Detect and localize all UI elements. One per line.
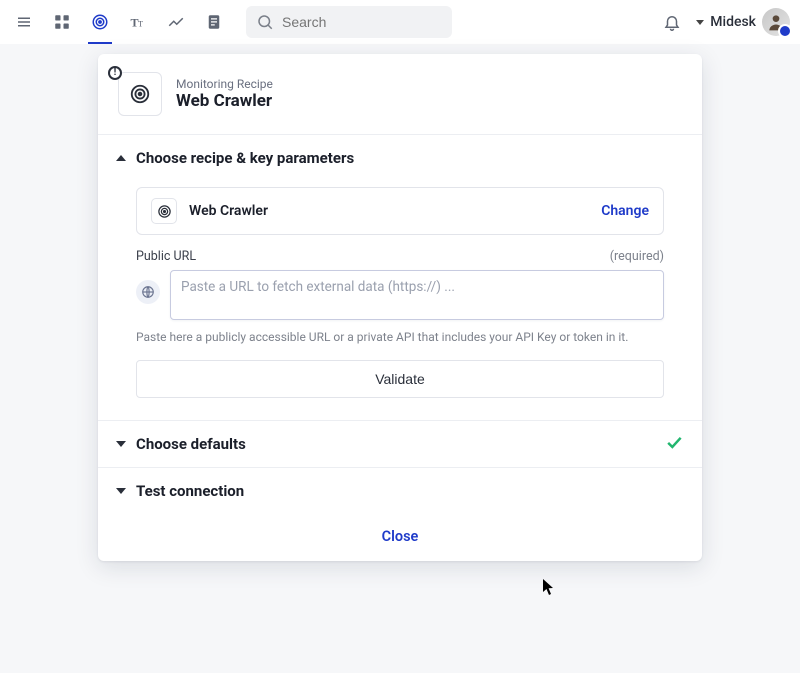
menu-icon[interactable]: [10, 8, 38, 36]
recipe-mini-target-icon: [151, 198, 177, 224]
recipe-modal: Monitoring Recipe Web Crawler Choose rec…: [98, 54, 702, 561]
selected-recipe-name: Web Crawler: [189, 203, 268, 219]
bell-icon[interactable]: [658, 8, 686, 36]
recipe-target-icon: [118, 72, 162, 116]
top-nav: TT Midesk: [0, 0, 800, 44]
search-input[interactable]: [282, 14, 442, 30]
chevron-down-icon: [116, 441, 126, 447]
text-icon[interactable]: TT: [124, 8, 152, 36]
validate-button[interactable]: Validate: [136, 360, 664, 398]
svg-text:T: T: [138, 20, 143, 29]
modal-subheading: Monitoring Recipe: [176, 77, 273, 91]
globe-icon: [136, 280, 160, 304]
avatar: [762, 8, 790, 36]
document-icon[interactable]: [200, 8, 228, 36]
user-menu[interactable]: Midesk: [696, 8, 790, 36]
section-test-title: Test connection: [136, 482, 244, 500]
avatar-badge: [778, 24, 792, 38]
selected-recipe-row: Web Crawler Change: [136, 187, 664, 235]
section-parameters-header[interactable]: Choose recipe & key parameters: [98, 135, 702, 181]
chevron-down-icon: [116, 488, 126, 494]
search-box[interactable]: [246, 6, 452, 38]
url-required-label: (required): [610, 249, 664, 264]
close-button[interactable]: Close: [98, 514, 702, 561]
section-parameters: Choose recipe & key parameters Web Crawl…: [98, 135, 702, 421]
target-icon[interactable]: [86, 8, 114, 36]
section-test-header[interactable]: Test connection: [98, 468, 702, 514]
modal-title: Web Crawler: [176, 91, 273, 111]
dashboard-icon[interactable]: [48, 8, 76, 36]
section-defaults-header[interactable]: Choose defaults: [98, 421, 702, 467]
check-icon: [664, 432, 684, 456]
chevron-down-icon: [696, 20, 704, 25]
chart-icon[interactable]: [162, 8, 190, 36]
change-recipe-link[interactable]: Change: [601, 203, 649, 219]
user-name: Midesk: [710, 14, 756, 30]
section-defaults: Choose defaults: [98, 421, 702, 468]
modal-header: Monitoring Recipe Web Crawler: [98, 54, 702, 135]
alert-icon: !: [108, 66, 122, 80]
cursor-icon: [542, 578, 556, 596]
url-input[interactable]: [170, 270, 664, 320]
section-defaults-title: Choose defaults: [136, 435, 246, 453]
url-hint: Paste here a publicly accessible URL or …: [136, 330, 664, 344]
search-icon: [256, 13, 274, 31]
chevron-up-icon: [116, 155, 126, 161]
url-label: Public URL: [136, 249, 196, 264]
section-parameters-title: Choose recipe & key parameters: [136, 149, 354, 167]
section-test: Test connection: [98, 468, 702, 514]
